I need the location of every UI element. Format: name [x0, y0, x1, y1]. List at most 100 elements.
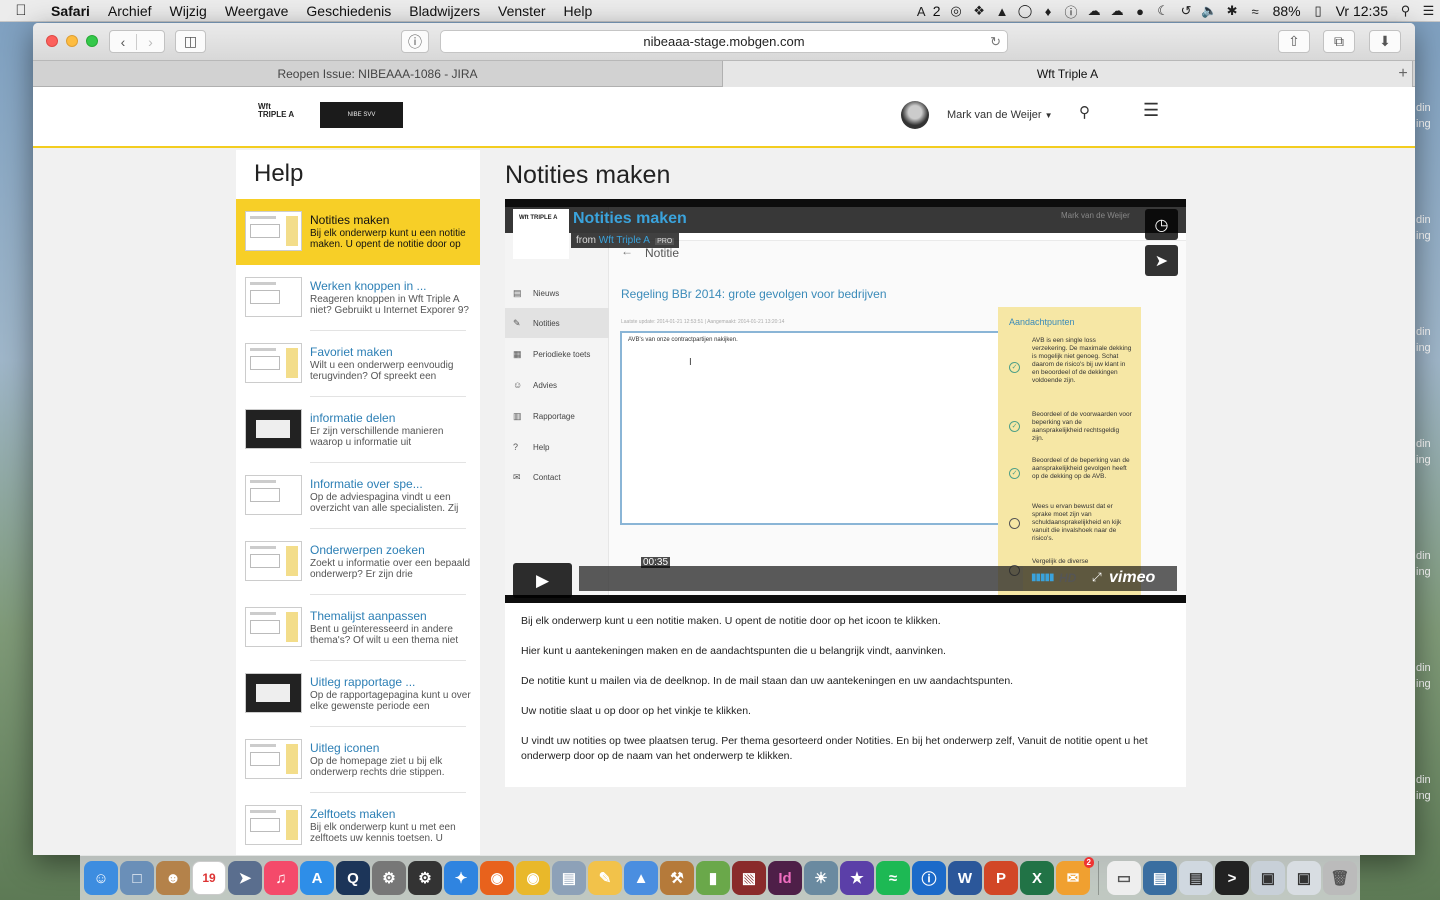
- spotify-icon[interactable]: ≈: [876, 861, 910, 895]
- steam-icon[interactable]: ⚙: [408, 861, 442, 895]
- creative-cloud-icon[interactable]: ◎: [945, 0, 968, 22]
- cloud-alt-icon[interactable]: ☁: [1106, 0, 1129, 22]
- menu-weergave[interactable]: Weergave: [216, 3, 298, 19]
- adobe-icon[interactable]: A: [910, 0, 933, 22]
- notes-icon[interactable]: ✎: [588, 861, 622, 895]
- firefox-icon[interactable]: ◉: [480, 861, 514, 895]
- volume-bars-icon[interactable]: ▮▮▮▮▮: [1031, 572, 1054, 583]
- help-item[interactable]: Favoriet maken Wilt u een onderwerp eenv…: [236, 331, 480, 397]
- powerpoint-icon[interactable]: P: [984, 861, 1018, 895]
- progress-track[interactable]: [579, 566, 1023, 591]
- search-icon[interactable]: ⚲: [1079, 103, 1090, 121]
- document-icon[interactable]: ▭: [1107, 861, 1141, 895]
- evernote-icon[interactable]: ♦: [1037, 0, 1060, 22]
- share-icon[interactable]: ⇧: [1278, 30, 1310, 53]
- reader-icon[interactable]: ▧: [732, 861, 766, 895]
- indesign-icon[interactable]: Id: [768, 861, 802, 895]
- bluetooth-icon[interactable]: ✱: [1221, 0, 1244, 22]
- help-item[interactable]: Uitleg rapportage ... Op de rapportagepa…: [236, 661, 480, 727]
- new-tab-icon[interactable]: +: [1391, 61, 1415, 87]
- show-tabs-icon[interactable]: ⧉: [1323, 30, 1355, 53]
- clock[interactable]: Vr 12:35: [1330, 3, 1394, 19]
- help-item[interactable]: Informatie over spe... Op de adviespagin…: [236, 463, 480, 529]
- launchpad-icon[interactable]: ➤: [228, 861, 262, 895]
- battery-percent[interactable]: 88%: [1267, 3, 1307, 19]
- time-machine-icon[interactable]: ↺: [1175, 0, 1198, 22]
- word-icon[interactable]: W: [948, 861, 982, 895]
- hd-toggle[interactable]: HD: [1059, 571, 1076, 585]
- chat-icon[interactable]: ●: [1129, 0, 1152, 22]
- zoom-window-button[interactable]: [86, 35, 98, 47]
- video-title[interactable]: Notities maken: [573, 210, 687, 228]
- moon-icon[interactable]: ☾: [1152, 0, 1175, 22]
- spotlight-search-icon[interactable]: ⚲: [1394, 0, 1417, 22]
- safari-icon[interactable]: ✦: [444, 861, 478, 895]
- help-item[interactable]: Uitleg iconen Op de homepage ziet u bij …: [236, 727, 480, 793]
- keynote-icon[interactable]: ▲: [624, 861, 658, 895]
- terminal-icon[interactable]: >: [1215, 861, 1249, 895]
- site-logo[interactable]: Wft TRIPLE A: [258, 103, 296, 129]
- quicktime-icon[interactable]: Q: [336, 861, 370, 895]
- menu-venster[interactable]: Venster: [489, 3, 554, 19]
- contacts-icon[interactable]: ☻: [156, 861, 190, 895]
- onepassword-icon[interactable]: ⓘ: [912, 861, 946, 895]
- user-menu[interactable]: Mark van de Weijer ▼: [947, 109, 1053, 121]
- menu-app-name[interactable]: Safari: [42, 3, 99, 19]
- apple-menu-icon[interactable]: : [0, 2, 42, 19]
- notification-center-icon[interactable]: ☰: [1417, 0, 1440, 22]
- close-window-button[interactable]: [46, 35, 58, 47]
- byline-channel-link[interactable]: Wft Triple A: [599, 235, 650, 246]
- tab-jira[interactable]: Reopen Issue: NIBEAAA-1086 - JIRA: [33, 61, 723, 87]
- avatar[interactable]: [901, 101, 929, 129]
- help-item[interactable]: Werken knoppen in ... Reageren knoppen i…: [236, 265, 480, 331]
- image-capture-icon[interactable]: ☀: [804, 861, 838, 895]
- mail-icon[interactable]: ✉ 2: [1056, 857, 1094, 895]
- wifi-icon[interactable]: ≈: [1244, 0, 1267, 22]
- address-bar[interactable]: nibeaaa-stage.mobgen.com ↻: [440, 30, 1008, 53]
- app-store-icon[interactable]: A: [300, 861, 334, 895]
- help-item[interactable]: Zelftoets maken Bij elk onderwerp kunt u…: [236, 793, 480, 855]
- back-icon[interactable]: ‹: [110, 33, 138, 50]
- menu-bladwijzers[interactable]: Bladwijzers: [400, 3, 489, 19]
- cloud-icon[interactable]: ☁: [1083, 0, 1106, 22]
- tab-wft-triple-a[interactable]: Wft Triple A: [723, 61, 1413, 87]
- system-preferences-icon[interactable]: ⚙: [372, 861, 406, 895]
- trash-icon[interactable]: 🗑: [1323, 861, 1357, 895]
- onepassword-icon[interactable]: ⓘ: [1060, 0, 1083, 22]
- toolbox-icon[interactable]: ⚒: [660, 861, 694, 895]
- partner-logo[interactable]: NIBE SVV: [320, 102, 403, 128]
- reload-icon[interactable]: ↻: [990, 34, 1001, 50]
- battery-icon[interactable]: ▯: [1307, 0, 1330, 22]
- window-icon[interactable]: ▣: [1287, 861, 1321, 895]
- help-item[interactable]: informatie delen Er zijn verschillende m…: [236, 397, 480, 463]
- watch-later-icon[interactable]: ◷: [1145, 209, 1178, 240]
- itunes-icon[interactable]: ♫: [264, 861, 298, 895]
- vimeo-logo[interactable]: vimeo: [1109, 569, 1155, 587]
- preview-icon[interactable]: □: [120, 861, 154, 895]
- help-item[interactable]: Themalijst aanpassen Bent u geïnteressee…: [236, 595, 480, 661]
- imovie-icon[interactable]: ★: [840, 861, 874, 895]
- video-player[interactable]: ▤ Nieuws ✎ Notities ▦ Periodieke toets ☺ Adv…: [505, 199, 1186, 603]
- photos-icon[interactable]: ▤: [552, 861, 586, 895]
- sidebar-toggle-icon[interactable]: ◫: [175, 30, 206, 53]
- help-item[interactable]: Notities maken Bij elk onderwerp kunt u …: [236, 199, 480, 265]
- play-icon[interactable]: ▶: [513, 563, 572, 598]
- forward-icon[interactable]: ›: [137, 34, 164, 50]
- chrome-icon[interactable]: ◉: [516, 861, 550, 895]
- downloads-icon[interactable]: ⬇: [1369, 30, 1401, 53]
- excel-icon[interactable]: X: [1020, 861, 1054, 895]
- numbers-icon[interactable]: ▮: [696, 861, 730, 895]
- menu-wijzig[interactable]: Wijzig: [161, 3, 216, 19]
- minimize-window-button[interactable]: [66, 35, 78, 47]
- dropbox-icon[interactable]: ❖: [968, 0, 991, 22]
- menu-geschiedenis[interactable]: Geschiedenis: [297, 3, 400, 19]
- file-stack-icon[interactable]: ▤: [1179, 861, 1213, 895]
- share-send-icon[interactable]: ➤: [1145, 245, 1178, 276]
- drive-icon[interactable]: ▲: [991, 0, 1014, 22]
- onepassword-extension-icon[interactable]: ⓘ: [401, 30, 429, 53]
- menu-archief[interactable]: Archief: [99, 3, 161, 19]
- hamburger-menu-icon[interactable]: ☰: [1143, 100, 1159, 121]
- finder-icon[interactable]: ☺: [84, 861, 118, 895]
- menu-help[interactable]: Help: [555, 3, 602, 19]
- sync-icon[interactable]: ◯: [1014, 0, 1037, 22]
